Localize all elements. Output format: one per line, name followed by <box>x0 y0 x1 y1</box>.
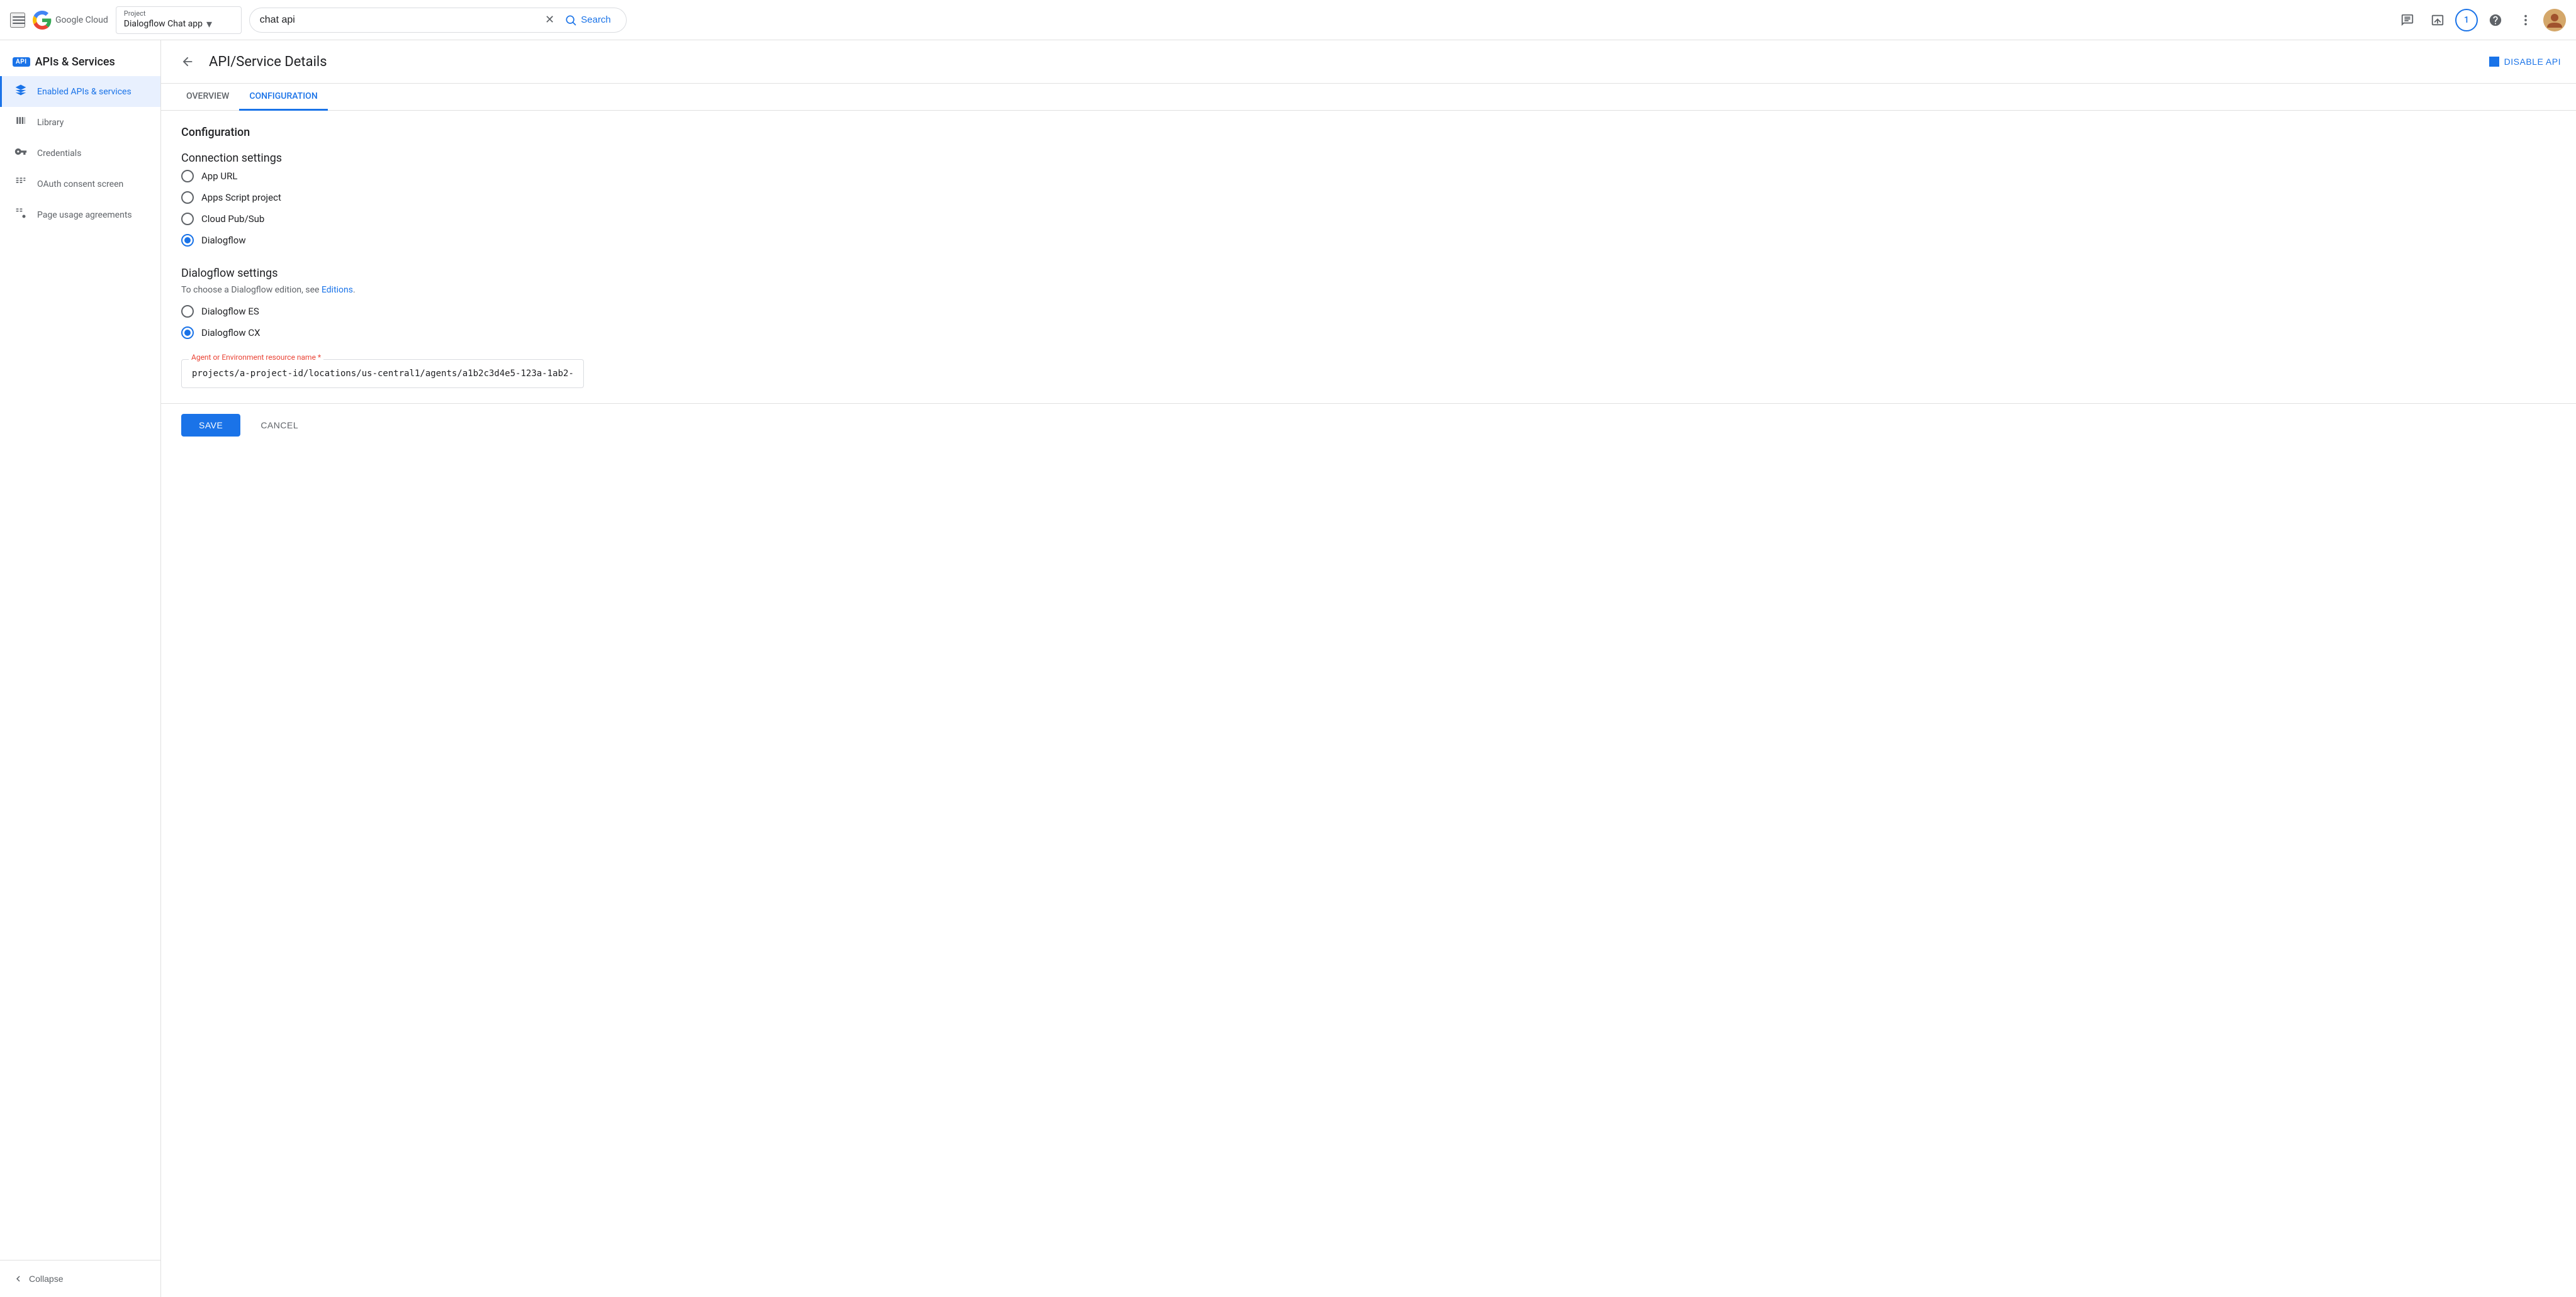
search-icon <box>564 14 577 26</box>
radio-dialogflow-cx-label: Dialogflow CX <box>201 327 260 338</box>
cancel-button[interactable]: CANCEL <box>250 414 308 437</box>
sidebar-item-library[interactable]: Library <box>0 107 160 138</box>
radio-app-url-circle <box>181 170 194 182</box>
radio-dialogflow-es-circle <box>181 305 194 318</box>
dialogflow-description: To choose a Dialogflow edition, see Edit… <box>181 285 707 295</box>
google-cloud-logo[interactable]: Google Cloud <box>33 11 108 30</box>
sidebar-item-credentials[interactable]: Credentials <box>0 138 160 169</box>
main-content: API/Service Details DISABLE API OVERVIEW… <box>161 40 2576 1297</box>
sidebar-item-label: Library <box>37 118 64 128</box>
search-bar: ✕ Search <box>249 8 627 33</box>
radio-dialogflow[interactable]: Dialogflow <box>181 234 707 247</box>
help-icon-button[interactable] <box>2483 8 2508 33</box>
radio-cloud-pubsub-circle <box>181 213 194 225</box>
sidebar: API APIs & Services Enabled APIs & servi… <box>0 40 161 1297</box>
sidebar-item-label: Enabled APIs & services <box>37 87 132 97</box>
agent-field-label: Agent or Environment resource name * <box>189 353 323 362</box>
sidebar-nav: Enabled APIs & services Library Credenti… <box>0 76 160 1260</box>
radio-apps-script[interactable]: Apps Script project <box>181 191 707 204</box>
layout: API APIs & Services Enabled APIs & servi… <box>0 40 2576 1297</box>
collapse-icon <box>13 1273 24 1284</box>
main-header: API/Service Details DISABLE API <box>161 40 2576 84</box>
sidebar-item-oauth[interactable]: OAuth consent screen <box>0 169 160 199</box>
radio-app-url-label: App URL <box>201 170 237 182</box>
sidebar-item-label: Credentials <box>37 148 81 159</box>
dialogflow-settings-title: Dialogflow settings <box>181 267 707 280</box>
user-avatar-icon <box>2543 9 2566 31</box>
editions-link[interactable]: Editions <box>322 285 353 295</box>
chat-icon-button[interactable] <box>2395 8 2420 33</box>
sidebar-item-page-usage[interactable]: Page usage agreements <box>0 199 160 230</box>
terminal-icon <box>2431 13 2444 27</box>
google-logo-icon <box>33 11 52 30</box>
enabled-apis-icon <box>14 84 27 99</box>
credentials-icon <box>14 145 27 161</box>
agent-field-input[interactable] <box>181 359 584 388</box>
radio-dialogflow-label: Dialogflow <box>201 235 246 246</box>
help-icon <box>2489 13 2502 27</box>
chat-icon <box>2400 13 2414 27</box>
sidebar-title: APIs & Services <box>35 55 115 69</box>
dialogflow-options-group: Dialogflow ES Dialogflow CX <box>181 305 707 339</box>
radio-apps-script-circle <box>181 191 194 204</box>
save-button[interactable]: SAVE <box>181 414 240 437</box>
topbar-actions: 1 <box>2395 8 2566 33</box>
avatar[interactable] <box>2543 9 2566 31</box>
bottom-bar: SAVE CANCEL <box>161 403 2576 447</box>
content-area: Configuration Connection settings App UR… <box>161 111 727 403</box>
agent-field-wrapper: Agent or Environment resource name * <box>181 359 584 388</box>
radio-dialogflow-cx[interactable]: Dialogflow CX <box>181 326 707 339</box>
page-usage-icon <box>14 207 27 223</box>
cast-icon-button[interactable] <box>2425 8 2450 33</box>
sidebar-header: API APIs & Services <box>0 45 160 76</box>
radio-dialogflow-circle <box>181 234 194 247</box>
back-button[interactable] <box>176 50 199 73</box>
project-selector[interactable]: Project Dialogflow Chat app ▾ <box>116 6 242 34</box>
disable-api-button[interactable]: DISABLE API <box>2489 57 2561 67</box>
sidebar-item-enabled-apis[interactable]: Enabled APIs & services <box>0 76 160 107</box>
radio-cloud-pubsub[interactable]: Cloud Pub/Sub <box>181 213 707 225</box>
page-title: API/Service Details <box>209 54 2479 70</box>
radio-cloud-pubsub-label: Cloud Pub/Sub <box>201 213 264 225</box>
connection-settings-title: Connection settings <box>181 152 707 165</box>
sidebar-item-label: OAuth consent screen <box>37 179 123 189</box>
more-vert-icon <box>2519 13 2533 27</box>
project-label: Project <box>124 9 233 18</box>
library-icon <box>14 114 27 130</box>
tab-configuration[interactable]: CONFIGURATION <box>239 84 327 111</box>
back-arrow-icon <box>181 55 194 69</box>
logo-text: Google Cloud <box>55 15 108 25</box>
oauth-icon <box>14 176 27 192</box>
search-input[interactable] <box>260 14 540 26</box>
dialogflow-settings-section: Dialogflow settings To choose a Dialogfl… <box>181 267 707 388</box>
topbar: Google Cloud Project Dialogflow Chat app… <box>0 0 2576 40</box>
radio-apps-script-label: Apps Script project <box>201 192 281 203</box>
clear-search-button[interactable]: ✕ <box>545 13 554 26</box>
radio-dialogflow-es[interactable]: Dialogflow ES <box>181 305 707 318</box>
menu-icon[interactable] <box>10 13 25 28</box>
sidebar-bottom: Collapse <box>0 1260 160 1297</box>
api-badge: API <box>13 57 30 67</box>
radio-app-url[interactable]: App URL <box>181 170 707 182</box>
more-options-button[interactable] <box>2513 8 2538 33</box>
project-value: Dialogflow Chat app ▾ <box>124 18 233 31</box>
chevron-down-icon: ▾ <box>206 18 212 31</box>
sidebar-item-label: Page usage agreements <box>37 210 132 220</box>
section-title: Configuration <box>181 126 707 139</box>
tab-bar: OVERVIEW CONFIGURATION <box>161 84 2576 111</box>
notification-badge[interactable]: 1 <box>2455 9 2478 31</box>
radio-dialogflow-es-label: Dialogflow ES <box>201 306 259 317</box>
tab-overview[interactable]: OVERVIEW <box>176 84 239 111</box>
collapse-sidebar-button[interactable]: Collapse <box>13 1268 63 1289</box>
search-button[interactable]: Search <box>559 14 616 26</box>
disable-api-icon <box>2489 57 2499 67</box>
connection-options-group: App URL Apps Script project Cloud Pub/Su… <box>181 170 707 247</box>
radio-dialogflow-cx-circle <box>181 326 194 339</box>
